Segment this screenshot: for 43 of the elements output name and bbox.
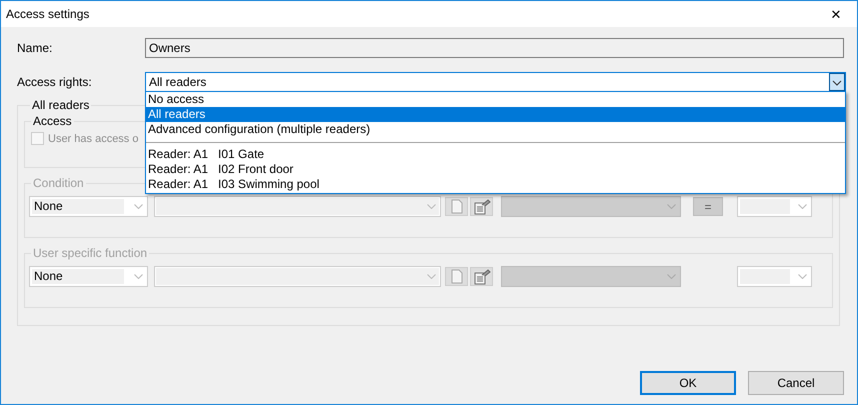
caret-icon bbox=[798, 274, 807, 279]
document-icon bbox=[450, 199, 462, 214]
new-button[interactable] bbox=[445, 267, 468, 286]
value-dropdown[interactable] bbox=[154, 266, 441, 287]
caret-icon bbox=[134, 274, 143, 279]
field-label: Access rights: bbox=[17, 75, 93, 89]
operator-button[interactable]: = bbox=[693, 197, 723, 216]
type-dropdown[interactable]: None bbox=[29, 196, 148, 217]
caret-icon bbox=[427, 274, 436, 279]
caret-icon bbox=[667, 204, 676, 209]
window-title: Access settings bbox=[6, 7, 90, 21]
properties-icon bbox=[472, 268, 490, 284]
dropdown-option[interactable]: Advanced configuration (multiple readers) bbox=[146, 122, 845, 137]
properties-button[interactable] bbox=[470, 197, 493, 216]
type-dropdown[interactable]: None bbox=[29, 266, 148, 287]
name-field[interactable]: Owners bbox=[145, 38, 844, 58]
caret-icon bbox=[134, 204, 143, 209]
dropdown-option[interactable]: No access bbox=[146, 92, 845, 107]
group-title: User specific function bbox=[32, 246, 148, 260]
dialog-button[interactable]: OK bbox=[640, 371, 736, 395]
properties-icon bbox=[472, 198, 490, 214]
field-label: Name: bbox=[17, 41, 54, 55]
document-icon bbox=[450, 269, 462, 284]
caret-icon bbox=[829, 73, 845, 91]
dropdown-option[interactable]: All readers bbox=[146, 107, 845, 122]
value-dropdown[interactable] bbox=[154, 196, 441, 217]
group-title: All readers bbox=[31, 98, 90, 112]
group-title: Condition bbox=[32, 176, 85, 190]
checkbox-label: User has access o bbox=[48, 132, 138, 144]
new-button[interactable] bbox=[445, 197, 468, 216]
dropdown-option[interactable]: Reader: A1 I03 Swimming pool bbox=[146, 177, 845, 192]
access-rights-dropdown[interactable]: All readers bbox=[145, 72, 846, 92]
group-title: Access bbox=[32, 114, 73, 128]
small-dropdown[interactable] bbox=[737, 266, 812, 287]
dropdown-option[interactable]: Reader: A1 I02 Front door bbox=[146, 162, 845, 177]
properties-button[interactable] bbox=[470, 267, 493, 286]
dialog-button[interactable]: Cancel bbox=[748, 371, 844, 395]
caret-icon bbox=[427, 204, 436, 209]
dropdown-option[interactable]: Reader: A1 I01 Gate bbox=[146, 147, 845, 162]
caret-icon bbox=[667, 274, 676, 279]
caret-icon bbox=[798, 204, 807, 209]
small-dropdown[interactable] bbox=[737, 196, 812, 217]
close-button[interactable]: ✕ bbox=[821, 1, 851, 27]
